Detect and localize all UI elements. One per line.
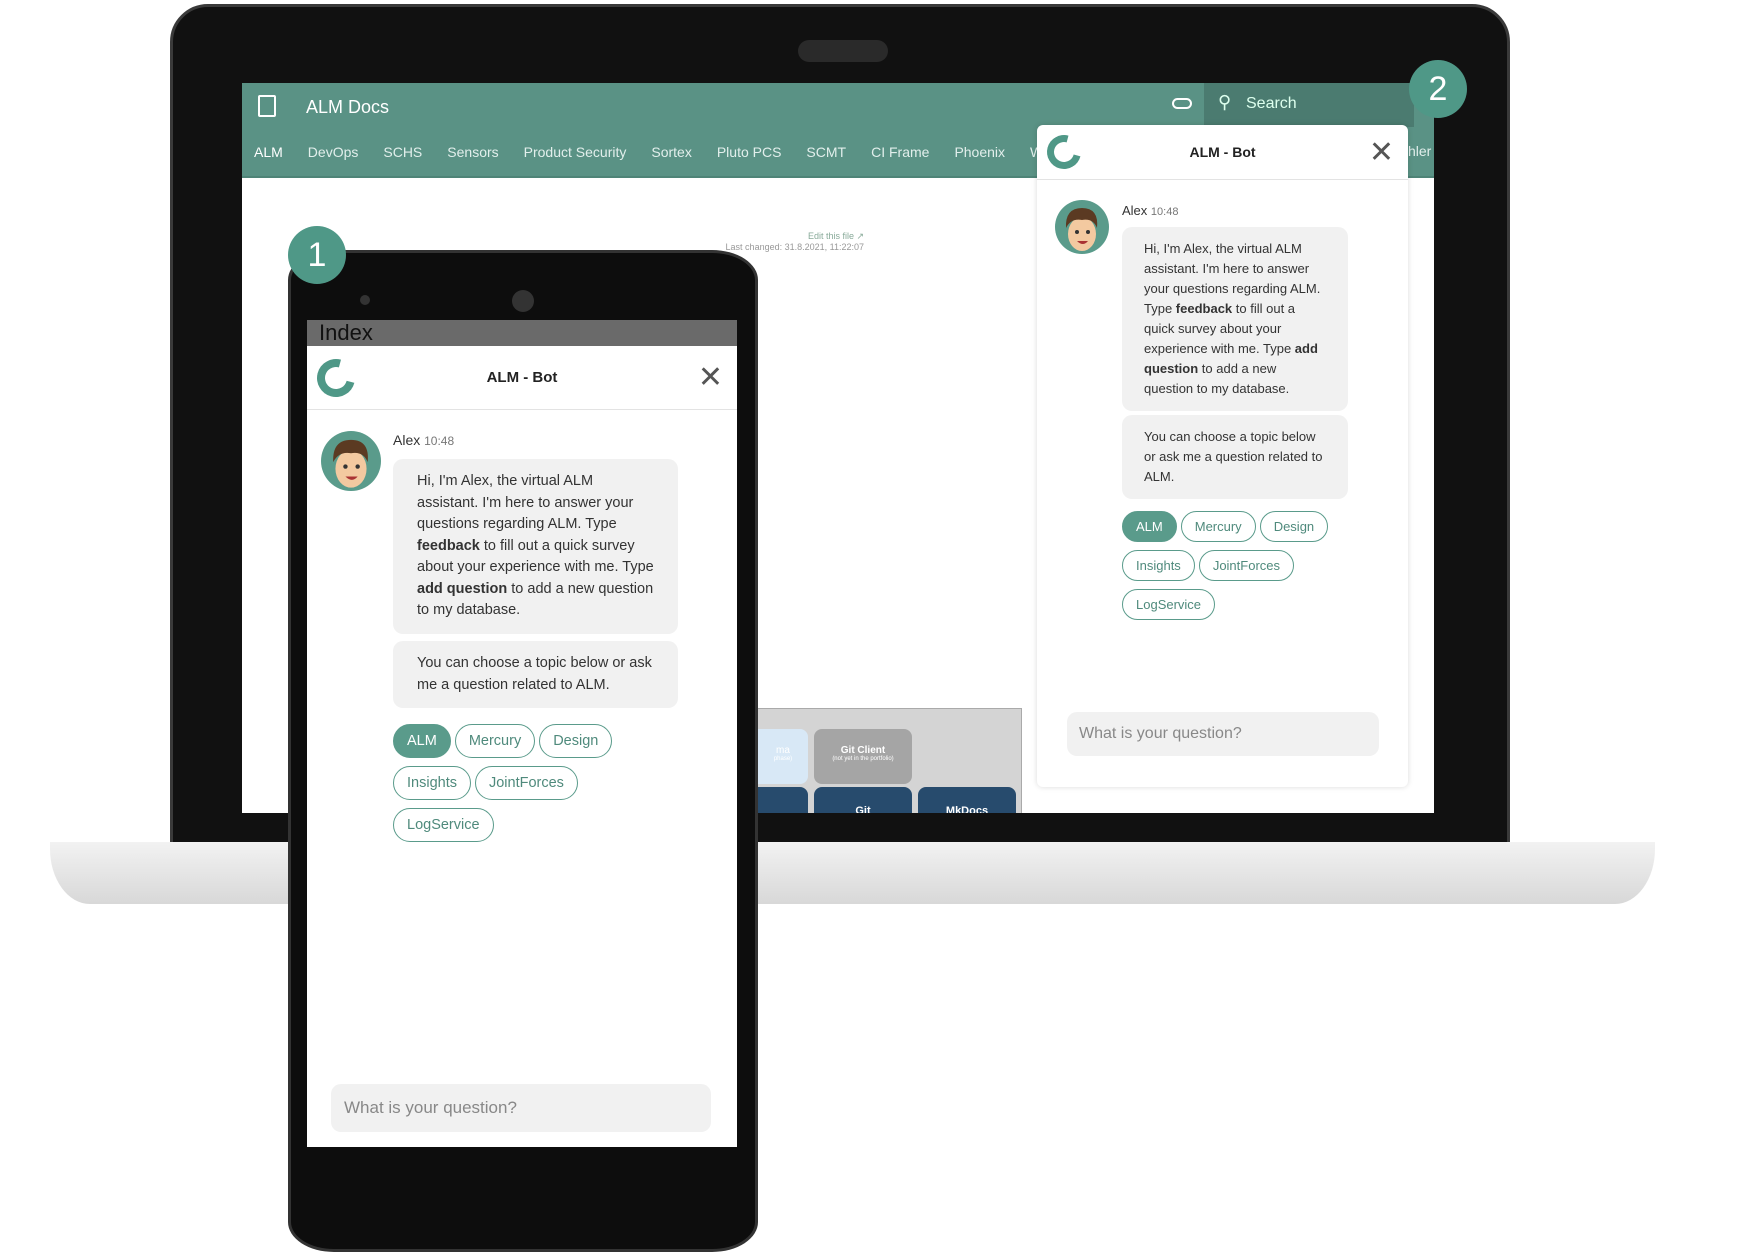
diagram-box <box>758 787 808 813</box>
search-placeholder: Search <box>1246 95 1297 112</box>
search-icon: ⚲ <box>1218 92 1232 112</box>
topic-chip-mercury[interactable]: Mercury <box>1180 511 1256 542</box>
topic-chip-design[interactable]: Design <box>539 724 613 758</box>
phone-speaker <box>512 290 534 312</box>
diagram-box-mkdocs: MkDocs <box>918 787 1016 813</box>
tab-schs[interactable]: SCHS <box>383 144 422 160</box>
link-icon[interactable] <box>1172 98 1192 109</box>
diagram-box-git-client: Git Client (not yet in the portfolio) <box>814 729 912 784</box>
topic-chip-alm[interactable]: ALM <box>1122 511 1177 542</box>
phone-page-strip: Index <box>307 320 737 346</box>
close-icon[interactable]: ✕ <box>698 360 723 395</box>
tab-product-security[interactable]: Product Security <box>524 144 627 160</box>
topic-chip-insights[interactable]: Insights <box>1122 550 1195 581</box>
topic-chip-jointforces[interactable]: JointForces <box>1198 550 1295 581</box>
tab-sortex[interactable]: Sortex <box>651 144 691 160</box>
topic-chip-design[interactable]: Design <box>1259 511 1329 542</box>
topic-chip-alm[interactable]: ALM <box>393 724 451 758</box>
architecture-diagram: ma phase) Git Client (not yet in the portf… <box>757 708 1022 813</box>
bot-logo-icon <box>1040 128 1088 176</box>
message-meta: Alex 10:48 <box>393 432 454 448</box>
bot-logo-icon <box>310 351 362 404</box>
sender-name: Alex <box>1122 203 1148 218</box>
tab-alm[interactable]: ALM <box>254 144 283 160</box>
phone-chat-panel: ALM - Bot ✕ Alex 10:48 Hi, I'm Alex, the… <box>307 346 737 1147</box>
app-title[interactable]: ALM Docs <box>306 97 389 118</box>
avatar <box>1055 200 1109 254</box>
edit-file-link[interactable]: Edit this file ↗ <box>726 231 864 242</box>
topic-chip-logservice[interactable]: LogService <box>1122 589 1216 620</box>
question-input[interactable]: What is your question? <box>1067 712 1379 756</box>
page-heading: Index <box>319 320 373 345</box>
chat-header: ALM - Bot ✕ <box>307 346 737 410</box>
tab-scmt[interactable]: SCMT <box>806 144 846 160</box>
laptop-camera <box>798 40 888 62</box>
close-icon[interactable]: ✕ <box>1369 135 1394 170</box>
tab-pluto-pcs[interactable]: Pluto PCS <box>717 144 782 160</box>
avatar <box>321 431 381 491</box>
tab-sensors[interactable]: Sensors <box>447 144 498 160</box>
message-bubble: Hi, I'm Alex, the virtual ALM assistant.… <box>393 459 678 634</box>
step-badge-1: 1 <box>288 226 346 284</box>
topic-chip-mercury[interactable]: Mercury <box>454 724 536 758</box>
desktop-chat-panel: ALM - Bot ✕ Alex 10:48 Hi, I'm Alex, the… <box>1037 125 1408 787</box>
chat-title: ALM - Bot <box>486 369 558 386</box>
topic-chips: ALM Mercury Design Insights JointForces LogSe… <box>1122 511 1348 628</box>
message-time: 10:48 <box>1150 206 1179 218</box>
search-input[interactable]: ⚲ Search <box>1204 83 1414 127</box>
phone-camera <box>360 295 370 305</box>
tab-phoenix[interactable]: Phoenix <box>954 144 1005 160</box>
chat-title: ALM - Bot <box>1189 144 1256 160</box>
file-meta: Edit this file ↗ Last changed: 31.8.2021… <box>726 231 864 252</box>
message-meta: Alex 10:48 <box>1122 203 1178 218</box>
tab-overflow[interactable]: hler <box>1408 143 1431 159</box>
topic-chip-logservice[interactable]: LogService <box>393 808 494 842</box>
topic-chip-insights[interactable]: Insights <box>393 766 471 800</box>
sender-name: Alex <box>393 432 421 448</box>
question-input[interactable]: What is your question? <box>331 1084 711 1132</box>
diagram-box: ma phase) <box>758 729 808 784</box>
message-bubble: You can choose a topic below or ask me a… <box>1122 415 1348 499</box>
message-bubble: Hi, I'm Alex, the virtual ALM assistant.… <box>1122 227 1348 411</box>
topic-chip-jointforces[interactable]: JointForces <box>474 766 578 800</box>
document-icon <box>258 95 276 117</box>
step-badge-2: 2 <box>1409 60 1467 118</box>
nav-tabs: ALM DevOps SCHS Sensors Product Security… <box>242 127 1066 177</box>
last-changed: Last changed: 31.8.2021, 11:22:07 <box>725 242 864 252</box>
topic-chips: ALM Mercury Design Insights JointForces LogSe… <box>393 724 643 850</box>
chat-header: ALM - Bot ✕ <box>1037 125 1408 180</box>
message-time: 10:48 <box>424 434 455 448</box>
tab-devops[interactable]: DevOps <box>308 144 359 160</box>
tab-ci-frame[interactable]: CI Frame <box>871 144 929 160</box>
diagram-box-git: Git <box>814 787 912 813</box>
message-bubble: You can choose a topic below or ask me a… <box>393 641 678 708</box>
